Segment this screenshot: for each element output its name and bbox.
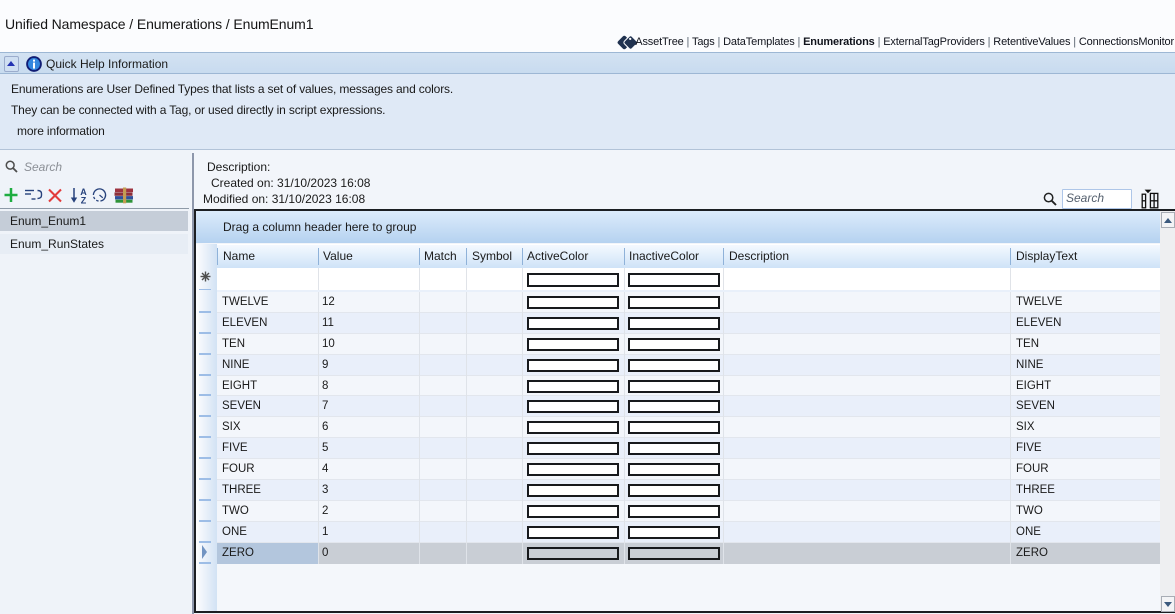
svg-text:Z: Z — [81, 196, 87, 206]
